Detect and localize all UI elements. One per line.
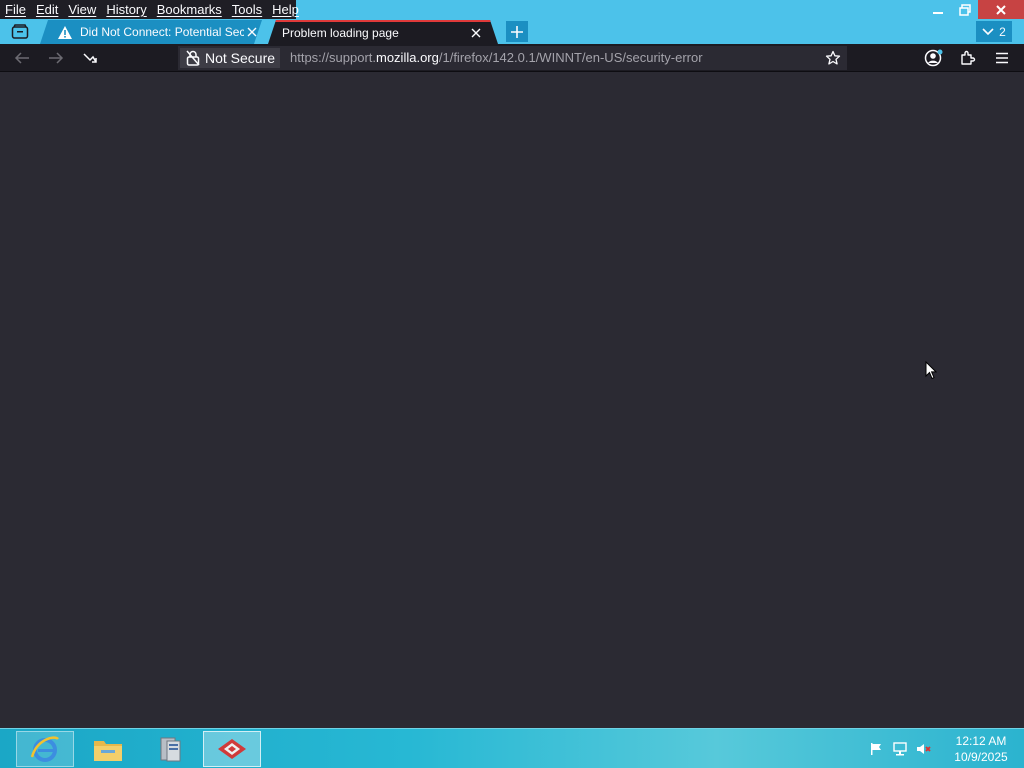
tab-title: Problem loading page bbox=[282, 26, 399, 40]
security-label: Not Secure bbox=[205, 50, 276, 66]
stop-loading-button[interactable] bbox=[78, 47, 102, 69]
address-bar[interactable]: Not Secure https://support.mozilla.org/1… bbox=[178, 46, 847, 70]
plus-icon bbox=[511, 25, 523, 38]
taskbar-clock[interactable]: 12:12 AM 10/9/2025 bbox=[944, 733, 1018, 765]
navigation-toolbar: Not Secure https://support.mozilla.org/1… bbox=[0, 44, 1024, 72]
menu-tools[interactable]: Tools bbox=[227, 0, 267, 19]
volume-button[interactable] bbox=[912, 737, 936, 761]
bookmark-star-button[interactable] bbox=[823, 49, 843, 67]
system-tray: 12:12 AM 10/9/2025 bbox=[864, 729, 1024, 768]
url-text[interactable]: https://support.mozilla.org/1/firefox/14… bbox=[290, 46, 703, 70]
file-explorer-icon bbox=[94, 741, 122, 761]
menu-history[interactable]: History bbox=[101, 0, 151, 19]
tab-did-not-connect[interactable]: Did Not Connect: Potential Security Issu… bbox=[40, 20, 262, 44]
back-button[interactable] bbox=[10, 47, 34, 69]
menu-help[interactable]: Help bbox=[267, 0, 304, 19]
extensions-button[interactable] bbox=[956, 47, 980, 69]
close-window-button[interactable] bbox=[978, 0, 1024, 19]
clock-date: 10/9/2025 bbox=[954, 750, 1008, 764]
close-icon bbox=[471, 28, 481, 38]
forward-button[interactable] bbox=[44, 47, 68, 69]
taskbar-internet-explorer[interactable] bbox=[16, 731, 74, 767]
list-all-tabs-button[interactable]: 2 bbox=[976, 21, 1012, 42]
window-titlebar: File Edit View History Bookmarks Tools H… bbox=[0, 0, 1024, 19]
tab-count: 2 bbox=[999, 24, 1006, 39]
taskbar-firefox[interactable] bbox=[203, 731, 261, 767]
network-button[interactable] bbox=[888, 737, 912, 761]
clock-time: 12:12 AM bbox=[955, 734, 1007, 748]
menu-bookmarks[interactable]: Bookmarks bbox=[152, 0, 227, 19]
chevron-down-icon bbox=[982, 27, 994, 35]
internet-explorer-icon bbox=[30, 736, 59, 762]
minimize-icon bbox=[932, 11, 943, 14]
hamburger-menu-icon bbox=[996, 52, 1008, 64]
menu-edit[interactable]: Edit bbox=[31, 0, 63, 19]
close-icon bbox=[247, 27, 257, 37]
app-menu-button[interactable] bbox=[990, 47, 1014, 69]
close-icon bbox=[996, 4, 1006, 15]
loading-arrow-icon bbox=[83, 53, 97, 63]
arrow-right-icon bbox=[49, 52, 64, 64]
menu-file[interactable]: File bbox=[0, 0, 31, 19]
tab-strip: Did Not Connect: Potential Security Issu… bbox=[0, 19, 1024, 44]
tab-close-button[interactable] bbox=[468, 25, 484, 41]
action-center-button[interactable] bbox=[864, 737, 888, 761]
server-manager-icon bbox=[160, 737, 181, 762]
taskbar-server-manager[interactable] bbox=[141, 731, 199, 767]
star-icon bbox=[825, 50, 841, 65]
arrow-left-icon bbox=[14, 52, 29, 64]
minimize-button[interactable] bbox=[924, 0, 951, 19]
restore-button[interactable] bbox=[951, 0, 978, 19]
tab-title: Did Not Connect: Potential Security Issu… bbox=[80, 25, 244, 39]
site-security-indicator[interactable]: Not Secure bbox=[180, 48, 280, 68]
speaker-muted-icon bbox=[917, 744, 931, 754]
menu-bar: File Edit View History Bookmarks Tools H… bbox=[0, 0, 299, 19]
mouse-pointer-icon bbox=[925, 361, 937, 380]
tab-problem-loading[interactable]: Problem loading page bbox=[268, 20, 498, 44]
network-icon bbox=[893, 742, 907, 756]
url-host: mozilla.org bbox=[376, 50, 439, 65]
puzzle-piece-icon bbox=[961, 50, 976, 65]
tab-manager-icon bbox=[11, 23, 29, 39]
tab-manager-button[interactable] bbox=[5, 21, 35, 42]
account-icon bbox=[924, 49, 943, 67]
page-content[interactable] bbox=[0, 72, 1024, 728]
url-prefix: https://support. bbox=[290, 50, 376, 65]
url-path: /1/firefox/142.0.1/WINNT/en-US/security-… bbox=[438, 50, 703, 65]
flag-icon bbox=[871, 743, 881, 755]
firefox-app-icon bbox=[218, 739, 246, 759]
new-tab-button[interactable] bbox=[506, 21, 528, 42]
tab-close-button[interactable] bbox=[244, 24, 260, 40]
lock-broken-icon bbox=[186, 50, 200, 66]
account-button[interactable] bbox=[922, 47, 946, 69]
restore-icon bbox=[958, 3, 971, 16]
warning-icon bbox=[56, 23, 74, 41]
menu-view[interactable]: View bbox=[63, 0, 101, 19]
window-controls bbox=[924, 0, 1024, 19]
taskbar-file-explorer[interactable] bbox=[79, 731, 137, 767]
taskbar: 12:12 AM 10/9/2025 bbox=[0, 728, 1024, 768]
